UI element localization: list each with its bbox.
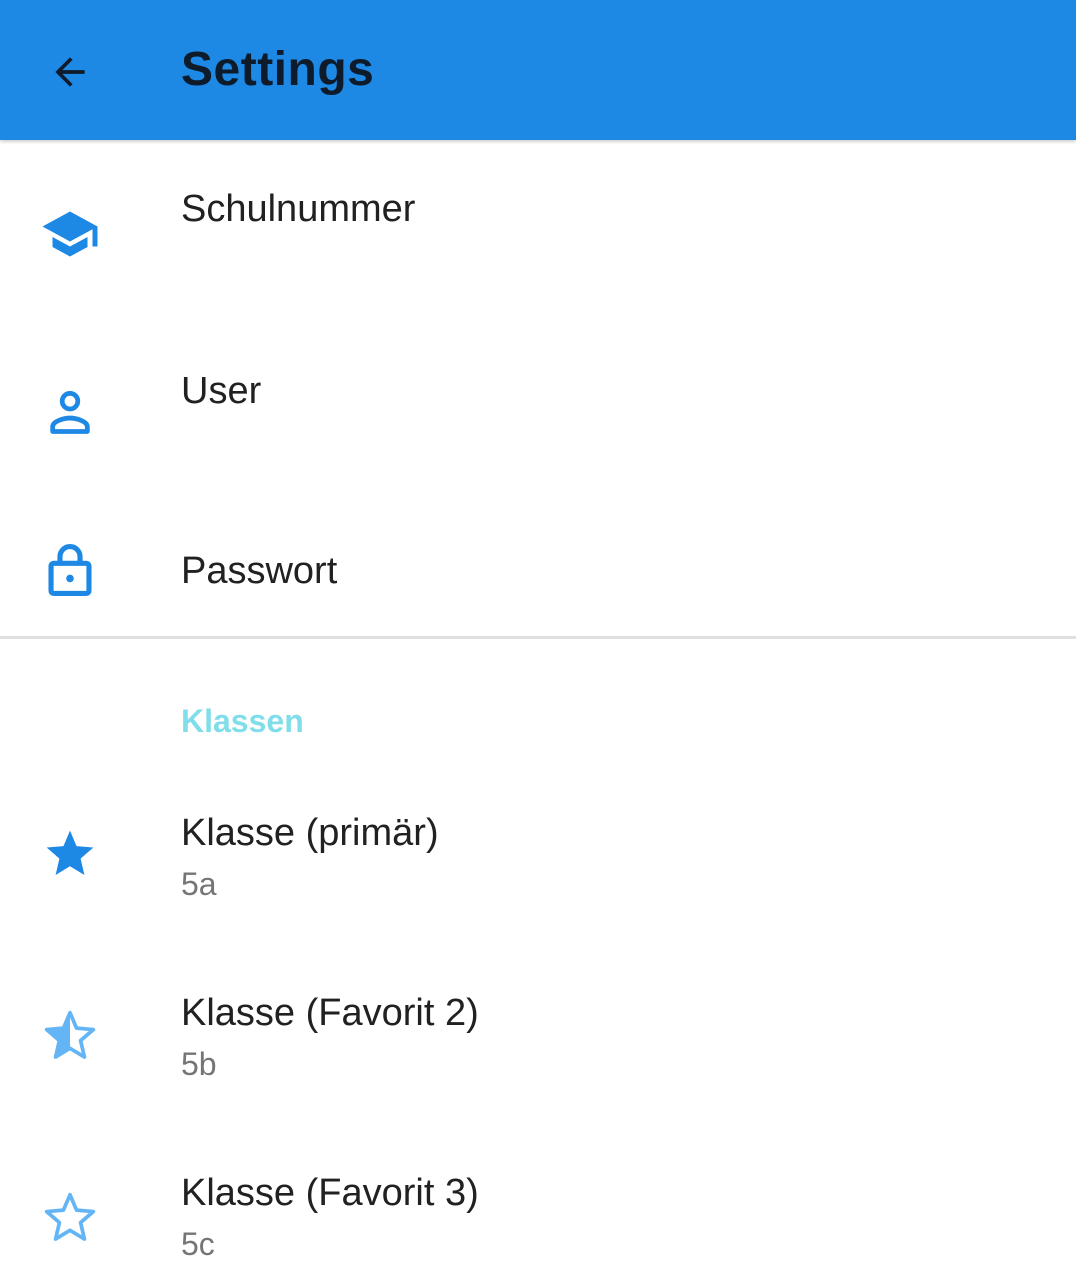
settings-item-label: Schulnummer [181,188,416,230]
section-divider [0,636,1076,639]
arrow-back-icon [55,57,85,87]
settings-item-schulnummer[interactable]: Schulnummer [0,142,1076,322]
section-header-klassen: Klassen [181,703,304,739]
settings-item-label: Klasse (Favorit 3) [181,1172,479,1214]
star-outline-icon [40,1188,100,1248]
settings-item-klasse-primaer[interactable]: Klasse (primär) 5a [0,784,1076,964]
settings-item-label: Klasse (Favorit 2) [181,992,479,1034]
settings-item-value: 5b [181,1046,217,1082]
school-cap-icon [40,204,100,264]
star-filled-icon [40,824,100,884]
settings-item-user[interactable]: User [0,322,1076,502]
settings-item-label: User [181,370,262,412]
app-bar: Settings [0,0,1076,140]
settings-item-klasse-favorit-3[interactable]: Klasse (Favorit 3) 5c [0,1144,1076,1268]
page-title: Settings [181,43,375,96]
settings-item-label: Passwort [181,550,338,592]
settings-item-passwort[interactable]: Passwort [0,502,1076,636]
person-icon [40,382,100,442]
settings-item-value: 5a [181,866,217,902]
settings-item-label: Klasse (primär) [181,812,439,854]
back-button[interactable] [40,42,100,102]
star-half-icon [40,1006,100,1066]
lock-icon [40,540,100,600]
settings-item-klasse-favorit-2[interactable]: Klasse (Favorit 2) 5b [0,964,1076,1144]
settings-item-value: 5c [181,1226,215,1262]
